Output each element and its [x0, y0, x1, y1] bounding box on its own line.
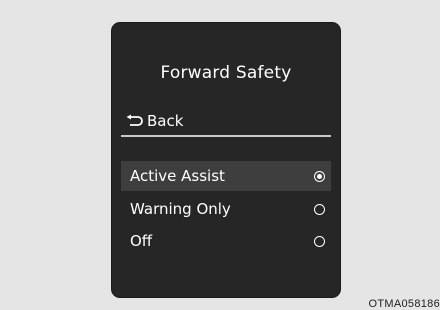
- divider: [121, 135, 331, 137]
- option-warning-only[interactable]: Warning Only: [121, 194, 331, 224]
- radio-unselected-icon[interactable]: [314, 203, 325, 215]
- option-label: Off: [130, 232, 153, 250]
- cluster-display: Forward Safety Back Active Assist Warnin…: [111, 22, 341, 298]
- option-off[interactable]: Off: [121, 226, 331, 256]
- radio-unselected-icon[interactable]: [314, 235, 325, 247]
- option-label: Warning Only: [130, 200, 231, 218]
- option-label: Active Assist: [130, 167, 225, 185]
- back-label: Back: [147, 112, 184, 130]
- back-button[interactable]: Back: [125, 109, 183, 133]
- option-active-assist[interactable]: Active Assist: [121, 161, 331, 191]
- return-arrow-icon: [125, 114, 145, 128]
- radio-selected-icon[interactable]: [314, 170, 325, 182]
- menu-title: Forward Safety: [160, 63, 292, 83]
- figure-code: OTMA058186: [368, 298, 440, 310]
